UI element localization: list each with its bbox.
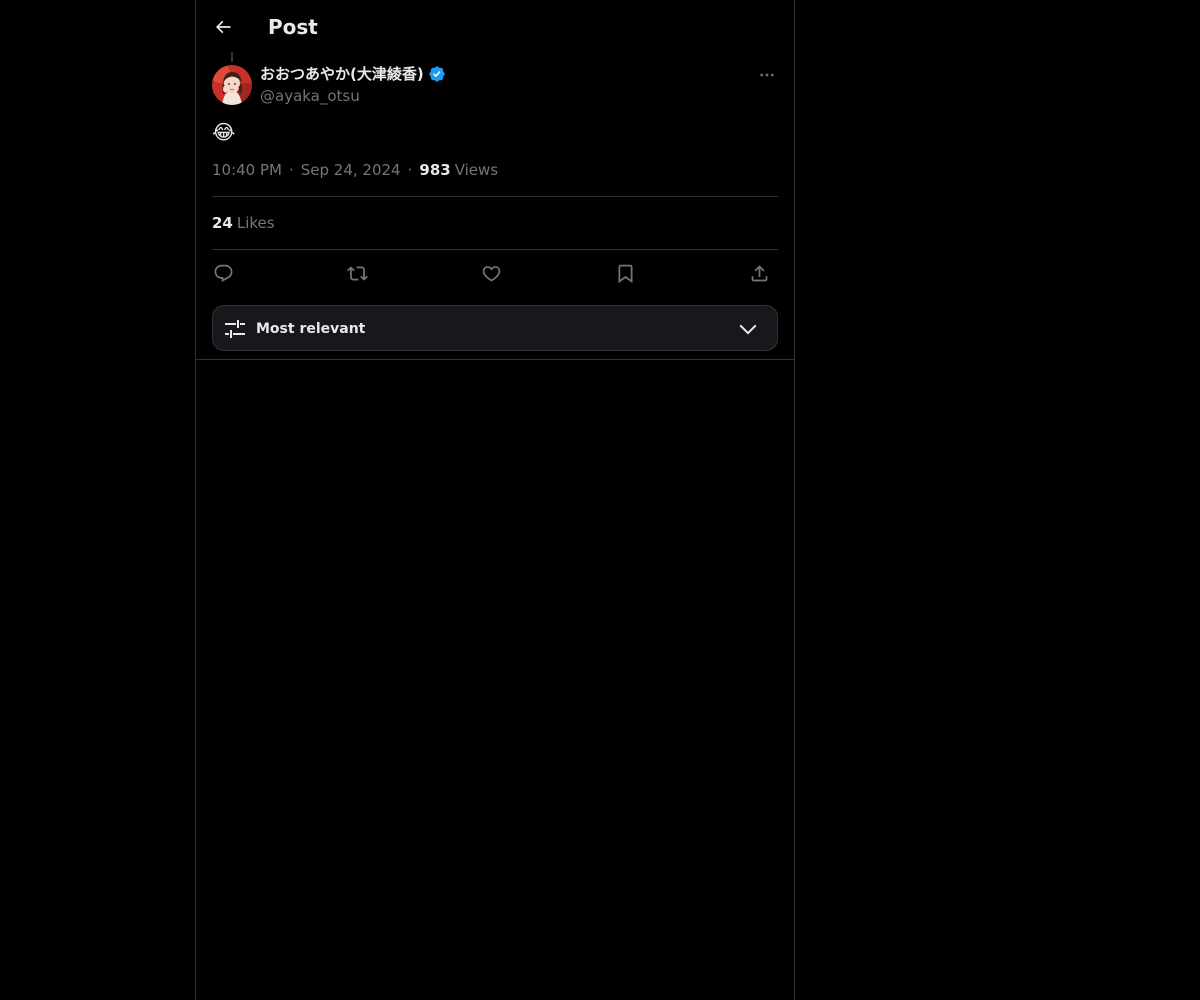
like-button[interactable] (476, 258, 506, 288)
bookmark-icon (618, 264, 632, 283)
author-display-name: おおつあやか(大津綾香) (260, 65, 424, 83)
share-icon (751, 264, 767, 281)
verified-badge-icon (428, 65, 446, 83)
more-button[interactable] (752, 64, 782, 86)
reply-icon (214, 264, 232, 282)
divider (212, 249, 778, 250)
sort-label: Most relevant (256, 321, 366, 337)
repost-button[interactable] (342, 258, 372, 288)
like-icon (482, 265, 500, 282)
views-count: 983 (419, 161, 451, 179)
divider (212, 196, 778, 197)
post-text: 😂 (212, 120, 236, 144)
views-label: Views (454, 161, 499, 179)
bookmark-button[interactable] (610, 258, 640, 288)
main-column: Post おおつあやか(大津綾香) @ayaka_otsu 😂 10:40 PM… (195, 0, 795, 1000)
header: Post (196, 0, 794, 53)
post-date[interactable]: Sep 24, 2024 (301, 160, 401, 180)
divider (196, 359, 794, 360)
share-button[interactable] (744, 258, 774, 288)
likes-label: Likes (236, 214, 275, 232)
page-title: Post (268, 15, 318, 39)
author-name[interactable]: おおつあやか(大津綾香) (260, 64, 446, 84)
reply-button[interactable] (208, 258, 238, 288)
post-meta: 10:40 PM · Sep 24, 2024 · 983 Views (212, 160, 498, 180)
arrow-left-icon (215, 20, 231, 34)
likes-link[interactable]: 24 Likes (212, 213, 275, 233)
author-handle[interactable]: @ayaka_otsu (260, 86, 360, 106)
more-horizontal-icon (760, 73, 774, 77)
likes-count: 24 (212, 214, 233, 232)
avatar[interactable] (212, 65, 252, 105)
sort-replies-dropdown[interactable]: Most relevant (212, 305, 778, 351)
post-time[interactable]: 10:40 PM (212, 160, 282, 180)
meta-separator: · (288, 161, 294, 179)
chevron-down-icon (739, 324, 757, 335)
meta-separator: · (407, 161, 413, 179)
avatar-image (212, 65, 252, 105)
thread-line (231, 52, 233, 62)
back-button[interactable] (206, 10, 240, 44)
action-bar (212, 258, 778, 288)
sliders-icon (225, 320, 245, 338)
repost-icon (346, 265, 368, 281)
